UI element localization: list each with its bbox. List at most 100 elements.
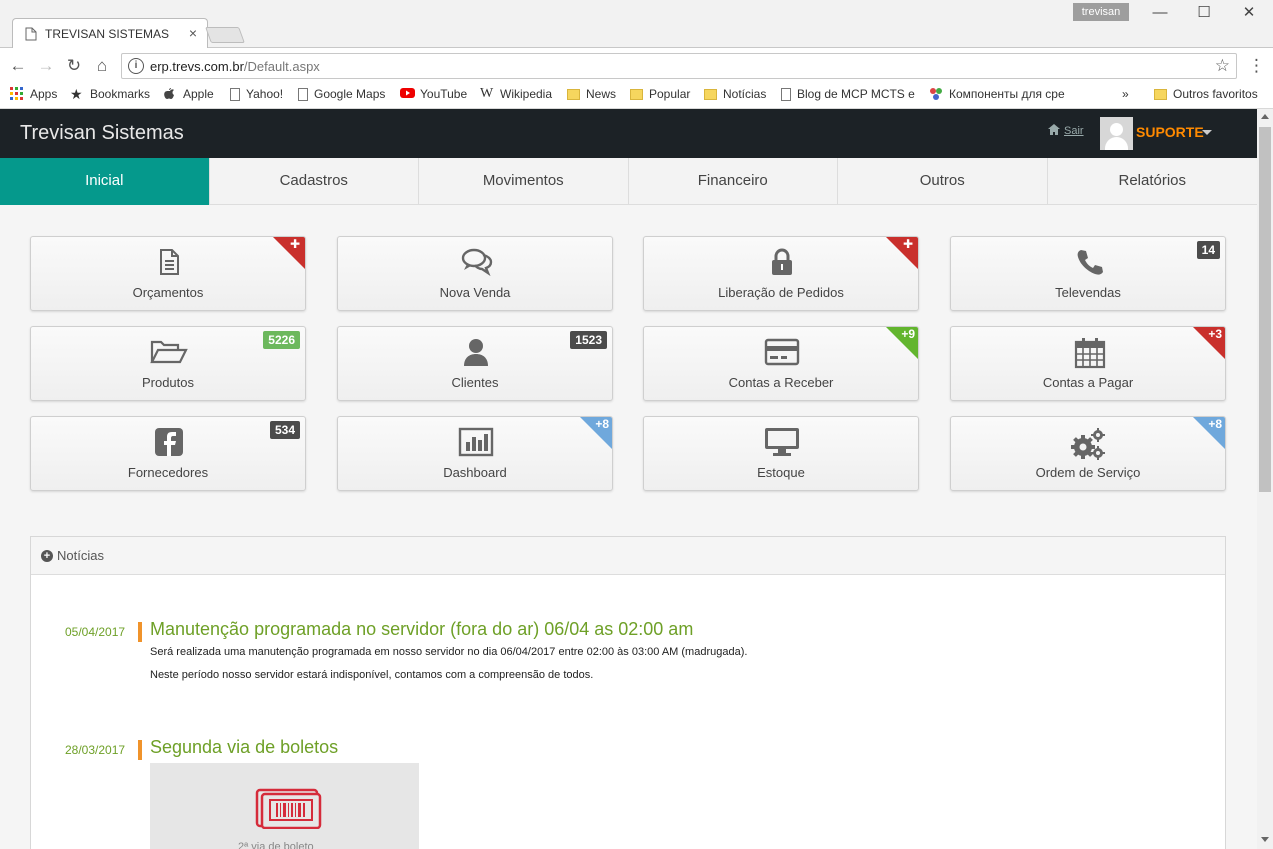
new-tab-button[interactable] (205, 27, 245, 43)
tile-contas-pagar[interactable]: +3 Contas a Pagar (950, 326, 1226, 401)
tile-label: Clientes (451, 375, 499, 390)
nav-financeiro[interactable]: Financeiro (629, 158, 838, 205)
news-title[interactable]: Segunda via de boletos (150, 737, 338, 758)
news-title[interactable]: Manutenção programada no servidor (fora … (150, 619, 693, 640)
menu-dots-icon[interactable]: ⋮ (1248, 56, 1265, 76)
count-badge: 5226 (263, 331, 300, 349)
info-icon[interactable]: i (128, 58, 144, 74)
tile-estoque[interactable]: Estoque (643, 416, 919, 491)
page-scrollbar[interactable] (1257, 109, 1273, 849)
browser-tab-active[interactable]: TREVISAN SISTEMAS × (12, 18, 208, 49)
tile-orcamentos[interactable]: ✚ Orçamentos (30, 236, 306, 311)
chevron-down-icon[interactable] (1202, 130, 1212, 135)
avatar[interactable] (1100, 117, 1133, 150)
logout-link[interactable]: Sair (1048, 124, 1084, 138)
bookmark-apple[interactable]: Apple (163, 87, 214, 101)
news-panel-header[interactable]: + Notícias (31, 537, 1225, 575)
scroll-up-arrow-icon[interactable] (1261, 114, 1269, 119)
brand-title[interactable]: Trevisan Sistemas (20, 122, 184, 145)
tile-clientes[interactable]: 1523 Clientes (337, 326, 613, 401)
monitor-icon (763, 427, 799, 457)
bookmark-outros-favoritos[interactable]: Outros favoritos (1154, 87, 1258, 101)
calendar-icon (1074, 337, 1106, 369)
scroll-down-arrow-icon[interactable] (1261, 837, 1269, 842)
nav-movimentos[interactable]: Movimentos (419, 158, 629, 205)
youtube-icon (400, 87, 415, 101)
bookmark-label: Yahoo! (246, 87, 284, 101)
bookmark-youtube[interactable]: YouTube (400, 87, 467, 101)
user-menu-name[interactable]: SUPORTE (1136, 124, 1204, 140)
document-icon (154, 247, 184, 277)
tile-liberacao-pedidos[interactable]: ✚ Liberação de Pedidos (643, 236, 919, 311)
page-icon (781, 87, 791, 101)
scrollbar-thumb[interactable] (1259, 127, 1271, 492)
bookmark-yahoo[interactable]: Yahoo! (230, 87, 283, 101)
url-path: /Default.aspx (243, 59, 320, 74)
bookmark-news[interactable]: News (567, 87, 616, 101)
bookmark-wikipedia[interactable]: W Wikipedia (480, 86, 553, 102)
tile-fornecedores[interactable]: 534 Fornecedores (30, 416, 306, 491)
count-badge: 14 (1196, 241, 1220, 259)
nav-relatorios[interactable]: Relatórios (1048, 158, 1258, 205)
bar-chart-icon (458, 427, 494, 457)
folder-open-icon (150, 337, 188, 367)
bookmark-blog-mcp[interactable]: Blog de MCP MCTS e (781, 87, 915, 101)
bookmark-label: News (586, 87, 617, 101)
lock-icon (767, 247, 797, 277)
barcode-ticket-icon (254, 787, 322, 834)
bookmark-apps[interactable]: Apps (10, 87, 57, 101)
corner-badge-text: +9 (901, 327, 915, 341)
back-arrow-icon[interactable]: ← (8, 56, 28, 76)
nav-outros[interactable]: Outros (838, 158, 1048, 205)
tile-produtos[interactable]: 5226 Produtos (30, 326, 306, 401)
close-icon[interactable]: × (189, 25, 197, 41)
profile-badge[interactable]: trevisan (1073, 3, 1129, 21)
tile-nova-venda[interactable]: Nova Venda (337, 236, 613, 311)
bookmark-bookmarks[interactable]: ★ Bookmarks (70, 87, 150, 101)
bookmark-label: Wikipedia (500, 87, 553, 101)
home-icon (1048, 124, 1060, 138)
tile-label: Contas a Pagar (1042, 375, 1134, 390)
browser-tab-title: TREVISAN SISTEMAS (45, 27, 170, 41)
forward-arrow-icon[interactable]: → (36, 56, 56, 76)
count-badge: 534 (269, 421, 300, 439)
phone-icon (1074, 247, 1104, 277)
tile-label: Dashboard (443, 465, 507, 480)
tile-dashboard[interactable]: +8 Dashboard (337, 416, 613, 491)
minimize-icon[interactable]: — (1145, 4, 1175, 22)
home-icon[interactable]: ⌂ (92, 56, 112, 76)
tile-label: Fornecedores (127, 465, 209, 480)
close-window-icon[interactable]: ✕ (1234, 4, 1264, 22)
corner-badge-text: +8 (595, 417, 609, 431)
chat-bubbles-icon (461, 247, 493, 277)
folder-icon (704, 88, 717, 100)
tile-label: Ordem de Serviço (1035, 465, 1141, 480)
url-host: erp.trevs.com.br (150, 59, 244, 74)
apps-icon (10, 87, 24, 101)
maximize-icon[interactable]: ☐ (1189, 4, 1219, 22)
facebook-icon (154, 427, 184, 457)
bookmark-components[interactable]: Компоненты для сре (929, 87, 1069, 101)
gears-icon (1071, 427, 1105, 460)
nav-cadastros[interactable]: Cadastros (210, 158, 419, 205)
tile-televendas[interactable]: 14 Televendas (950, 236, 1226, 311)
omnibar: ← → ↻ ⌂ i erp.trevs.com.br/Default.aspx … (0, 48, 1273, 84)
bookmark-popular[interactable]: Popular (630, 87, 690, 101)
boleto-image[interactable]: 2ª via de boleto (150, 763, 419, 849)
bookmark-label: Apple (183, 87, 214, 101)
bookmark-noticias[interactable]: Notícias (704, 87, 766, 101)
address-bar[interactable]: i erp.trevs.com.br/Default.aspx ☆ (121, 53, 1237, 79)
main-content: ✚ Orçamentos Nova Venda ✚ Liberação de P… (0, 205, 1257, 849)
news-date-bar (138, 622, 142, 642)
news-heading: Notícias (57, 547, 104, 563)
tile-contas-receber[interactable]: +9 Contas a Receber (643, 326, 919, 401)
wikipedia-icon: W (480, 86, 494, 101)
news-date: 28/03/2017 (65, 743, 126, 757)
star-icon[interactable]: ☆ (1215, 56, 1230, 76)
bookmarks-overflow-chevron[interactable]: » (1122, 87, 1129, 101)
tile-ordem-servico[interactable]: +8 Ordem de Serviço (950, 416, 1226, 491)
bookmark-label: Apps (30, 87, 58, 101)
nav-inicial[interactable]: Inicial (0, 158, 210, 205)
reload-icon[interactable]: ↻ (64, 56, 84, 76)
bookmark-google-maps[interactable]: Google Maps (298, 87, 385, 101)
